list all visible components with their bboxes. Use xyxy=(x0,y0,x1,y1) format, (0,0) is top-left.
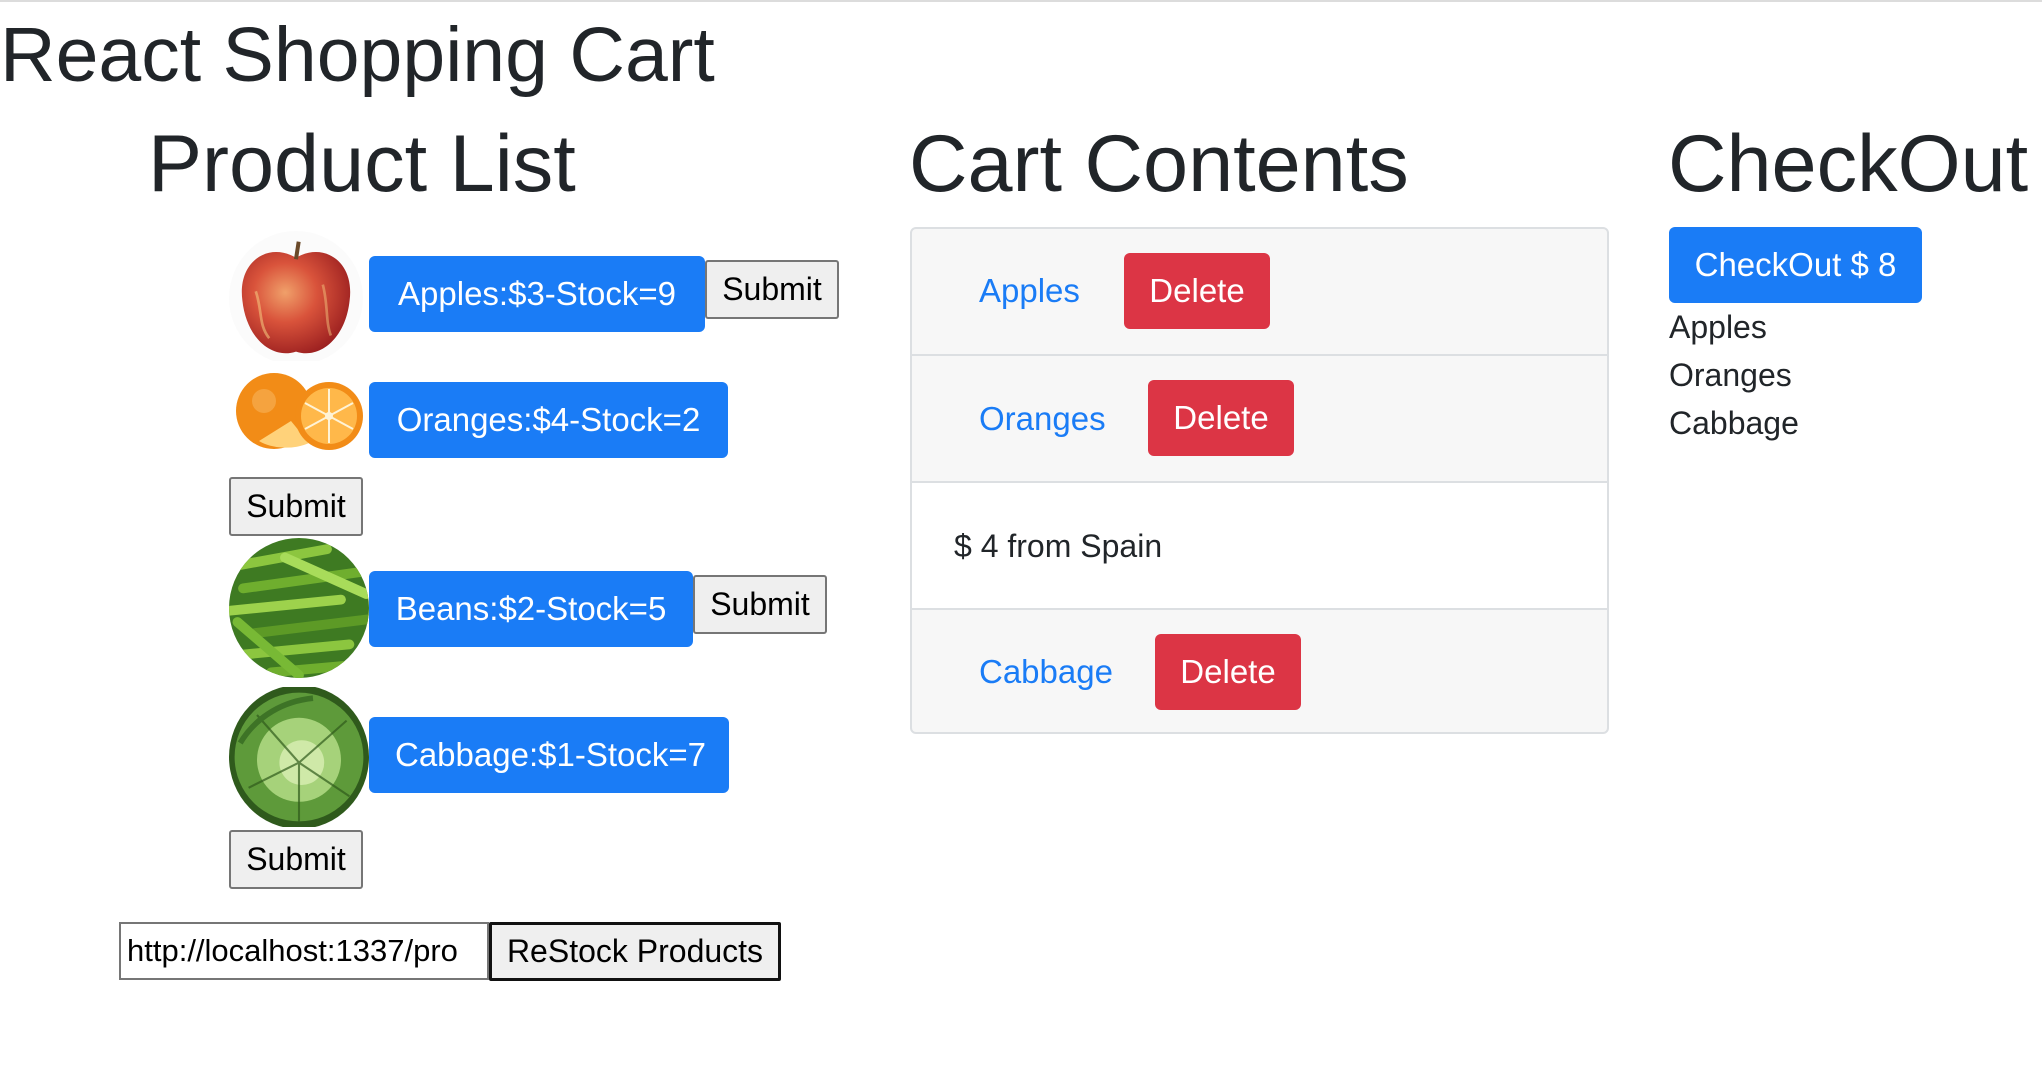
product-button-beans[interactable]: Beans:$2-Stock=5 xyxy=(369,571,693,647)
product-button-oranges[interactable]: Oranges:$4-Stock=2 xyxy=(369,382,728,458)
cart-item-link-apples[interactable]: Apples xyxy=(979,271,1080,311)
cart-contents-title: Cart Contents xyxy=(909,119,1409,209)
product-list-title: Product List xyxy=(148,119,576,209)
cart-item-details-oranges: $ 4 from Spain xyxy=(912,483,1607,610)
cabbage-image xyxy=(229,685,369,829)
cart-item-cabbage: Cabbage Delete xyxy=(912,610,1607,732)
checkout-title: CheckOut xyxy=(1668,119,2029,209)
orange-image xyxy=(229,361,367,467)
submit-button-oranges[interactable]: Submit xyxy=(229,477,363,536)
submit-button-beans[interactable]: Submit xyxy=(693,575,827,634)
submit-button-apples[interactable]: Submit xyxy=(705,260,839,319)
cart-item-link-oranges[interactable]: Oranges xyxy=(979,399,1106,439)
cart-item-apples: Apples Delete xyxy=(912,229,1607,356)
apple-image xyxy=(229,231,363,365)
cart-item-oranges: Oranges Delete xyxy=(912,356,1607,483)
cart-item-detail-text: $ 4 from Spain xyxy=(954,528,1163,564)
restock-products-button[interactable]: ReStock Products xyxy=(489,922,781,981)
submit-button-cabbage[interactable]: Submit xyxy=(229,830,363,889)
top-border xyxy=(0,0,2042,2)
restock-url-input[interactable] xyxy=(119,922,489,980)
checkout-item: Cabbage xyxy=(1669,405,1799,441)
delete-button-oranges[interactable]: Delete xyxy=(1148,380,1294,456)
beans-image xyxy=(229,538,369,678)
checkout-button[interactable]: CheckOut $ 8 xyxy=(1669,227,1922,303)
cart-item-link-cabbage[interactable]: Cabbage xyxy=(979,652,1113,692)
checkout-item: Oranges xyxy=(1669,357,1792,393)
page-title: React Shopping Cart xyxy=(0,12,715,98)
delete-button-apples[interactable]: Delete xyxy=(1124,253,1270,329)
cart-list: Apples Delete Oranges Delete $ 4 from Sp… xyxy=(910,227,1609,734)
delete-button-cabbage[interactable]: Delete xyxy=(1155,634,1301,710)
checkout-item: Apples xyxy=(1669,309,1767,345)
product-button-apples[interactable]: Apples:$3-Stock=9 xyxy=(369,256,705,332)
product-button-cabbage[interactable]: Cabbage:$1-Stock=7 xyxy=(369,717,729,793)
